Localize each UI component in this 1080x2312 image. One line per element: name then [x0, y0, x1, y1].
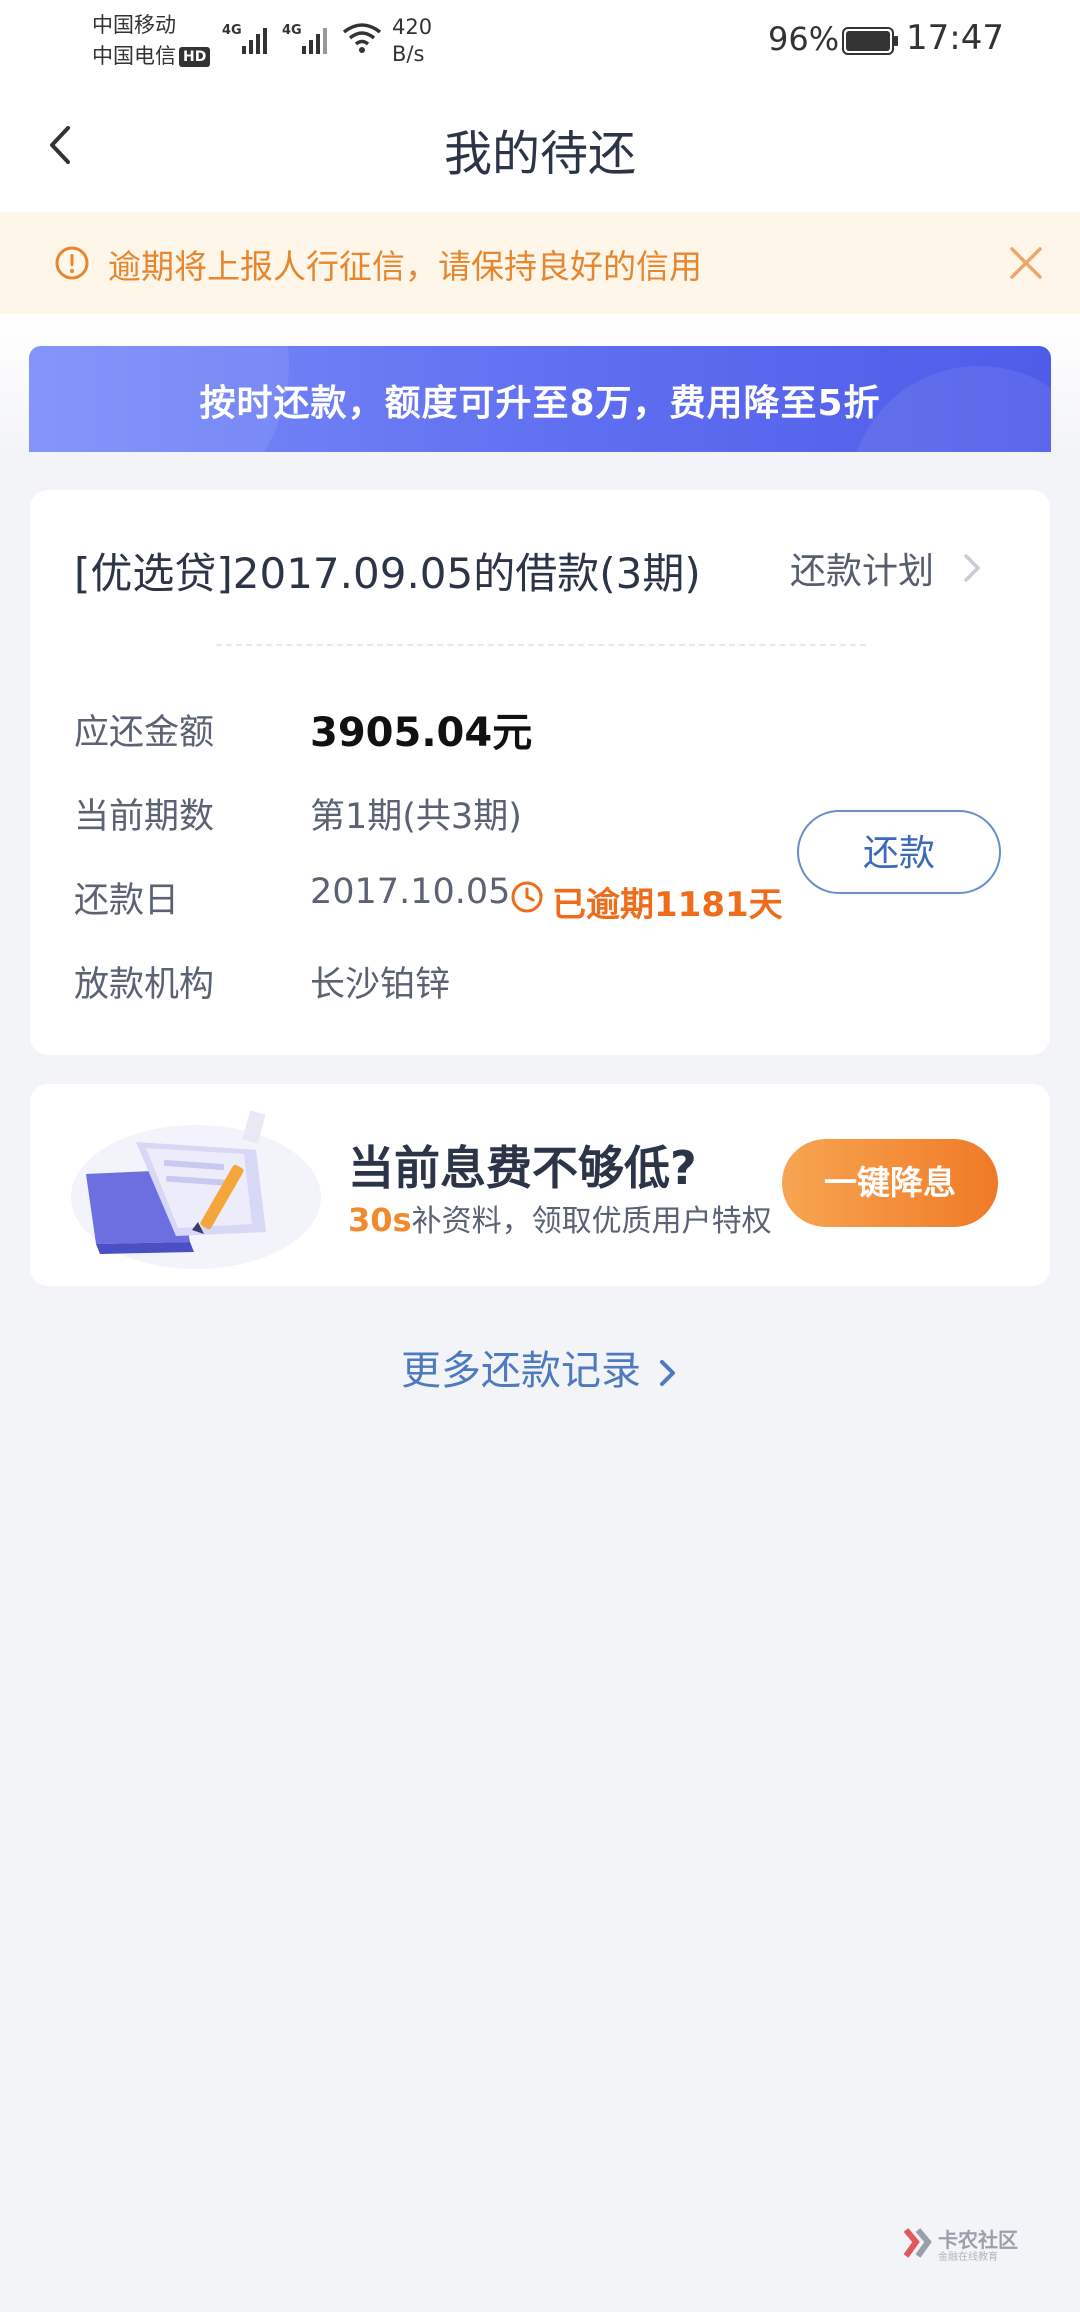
notice-close-button[interactable] [1008, 245, 1044, 285]
period-label: 当前期数 [74, 797, 215, 837]
overdue-notice: 逾期将上报人行征信，请保持良好的信用 [0, 212, 1080, 314]
watermark-subtext: 金融在线教育 [938, 2252, 998, 2263]
loan-card: [优选贷]2017.09.05的借款(3期) 还款计划 应还金额 3905.04… [30, 490, 1050, 1055]
repay-button[interactable]: 还款 [797, 810, 1001, 894]
carrier-info: 中国移动 中国电信 HD [92, 10, 211, 72]
rate-promo-card: 当前息费不够低? 30s补资料，领取优质用户特权 一键降息 [30, 1084, 1050, 1286]
repayment-plan-link[interactable]: 还款计划 [790, 542, 934, 594]
carrier-1: 中国移动 [92, 13, 176, 37]
lender-label: 放款机构 [74, 965, 215, 1005]
signal-icon: 4G [222, 23, 267, 54]
nav-bar: 我的待还 [0, 80, 1080, 212]
due-date-value: 2017.10.05 [310, 872, 511, 912]
overdue-text: 已逾期1181天 [552, 885, 783, 925]
wifi-icon [342, 23, 382, 53]
warning-circle-icon [55, 246, 89, 280]
network-type-1: 4G [222, 23, 242, 38]
carrier-2: 中国电信 [92, 44, 176, 68]
net-speed-value: 420 [392, 15, 433, 39]
net-speed: 420 B/s [392, 14, 432, 68]
chevron-right-icon [964, 554, 980, 582]
more-records-link[interactable]: 更多还款记录 [0, 1338, 1080, 1396]
book-illustration-icon [71, 1110, 321, 1269]
more-records-label: 更多还款记录 [401, 1348, 641, 1394]
page-title: 我的待还 [443, 126, 636, 182]
signal-icon-2: 4G [282, 23, 327, 54]
battery-icon [842, 27, 898, 55]
status-bar: 中国移动 中国电信 HD 4G 4G 420 B/s 96% 17:47 [0, 0, 1080, 80]
lender-value: 长沙铂锌 [310, 965, 451, 1005]
loan-title: [优选贷]2017.09.05的借款(3期) [74, 549, 701, 598]
promo-subtitle: 30s补资料，领取优质用户特权 [348, 1196, 772, 1240]
promo-title: 当前息费不够低? [348, 1141, 697, 1195]
amount-value: 3905.04元 [310, 710, 533, 756]
promo-subtitle-text: 补资料，领取优质用户特权 [411, 1204, 772, 1239]
notice-text: 逾期将上报人行征信，请保持良好的信用 [108, 247, 702, 286]
watermark-icon [903, 2228, 932, 2258]
network-type-2: 4G [282, 23, 302, 38]
promo-highlight: 30s [348, 1201, 412, 1239]
promo-banner[interactable]: 按时还款，额度可升至8万，费用降至5折 [29, 346, 1051, 452]
net-speed-unit: B/s [392, 42, 425, 66]
hd-badge: HD [179, 47, 211, 67]
battery-percent: 96% [768, 20, 840, 58]
clock-icon [511, 881, 543, 913]
reduce-rate-button[interactable]: 一键降息 [782, 1139, 998, 1227]
watermark-logo: 卡农社区 金融在线教育 [900, 2220, 1060, 2270]
chevron-right-icon [660, 1360, 675, 1386]
divider [216, 644, 866, 646]
period-value: 第1期(共3期) [310, 797, 522, 837]
banner-text: 按时还款，额度可升至8万，费用降至5折 [199, 383, 881, 424]
due-date-label: 还款日 [74, 881, 180, 921]
close-icon [1010, 247, 1042, 279]
amount-label: 应还金额 [74, 713, 215, 753]
clock: 17:47 [906, 18, 1004, 58]
